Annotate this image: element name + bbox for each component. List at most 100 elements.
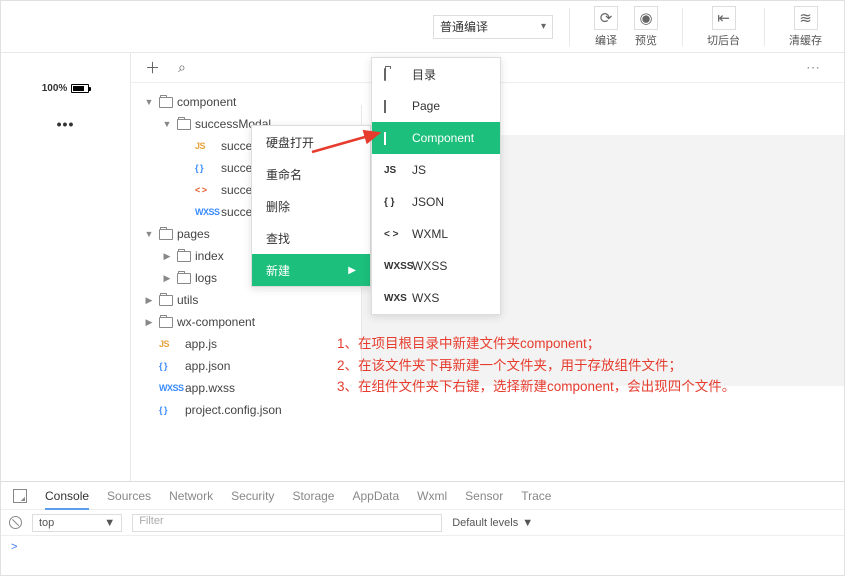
tree-file[interactable]: { } project.config.json xyxy=(131,399,844,421)
tree-item-label: index xyxy=(195,249,224,263)
caret-down-icon: ▼ xyxy=(104,517,115,529)
new-submenu[interactable]: 目录PageComponentJSJS{ }JSON< >WXMLWXSSWXS… xyxy=(371,57,501,315)
compile-mode-select[interactable]: 普通编译 ▾ xyxy=(433,15,553,39)
search-button[interactable]: ⌕ xyxy=(178,59,186,76)
levels-select[interactable]: Default levels ▼ xyxy=(452,517,533,529)
separator xyxy=(682,8,683,46)
wxss-icon: WXSS xyxy=(195,207,217,217)
tree-item-label: utils xyxy=(177,293,198,307)
menu-item-label: 重命名 xyxy=(266,166,302,183)
expand-arrow-icon[interactable] xyxy=(143,317,155,328)
new-file-button[interactable]: ＋ xyxy=(145,57,160,78)
console-prompt: > xyxy=(11,541,17,553)
submenu-item[interactable]: < >WXML xyxy=(372,218,500,250)
devtools-tab[interactable]: Sensor xyxy=(465,489,503,503)
submenu-item-label: WXS xyxy=(412,291,439,305)
refresh-icon: ⟳ xyxy=(594,6,618,30)
submenu-item[interactable]: Page xyxy=(372,90,500,122)
submenu-item[interactable]: WXS WXS xyxy=(372,282,500,314)
submenu-item-label: JSON xyxy=(412,195,444,209)
annotation-text: 1、在项目根目录中新建文件夹component； 2、在该文件夹下再新建一个文件… xyxy=(337,333,777,398)
devtools-tab[interactable]: Security xyxy=(231,489,274,503)
expand-arrow-icon[interactable] xyxy=(161,251,173,262)
wxs-icon: WXS xyxy=(384,293,402,304)
submenu-item[interactable]: Component xyxy=(372,122,500,154)
inspect-icon[interactable] xyxy=(13,489,27,503)
devtools-tab[interactable]: Network xyxy=(169,489,213,503)
tree-item-label: wx-component xyxy=(177,315,255,329)
filter-input[interactable]: Filter xyxy=(132,514,442,532)
compile-label: 编译 xyxy=(595,32,617,48)
tree-item-label: pages xyxy=(177,227,210,241)
js-icon: JS xyxy=(159,339,181,349)
separator xyxy=(569,8,570,46)
folder-icon xyxy=(384,69,402,80)
context-menu-item[interactable]: 查找 xyxy=(252,222,370,254)
filter-placeholder: Filter xyxy=(139,515,163,527)
expand-arrow-icon[interactable] xyxy=(143,97,155,107)
devtools-tab[interactable]: Console xyxy=(45,489,89,503)
submenu-item[interactable]: 目录 xyxy=(372,58,500,90)
wxss-icon: WXSS xyxy=(159,383,181,393)
wxml-icon: < > xyxy=(384,229,402,240)
devtools-tab[interactable]: Wxml xyxy=(417,489,447,503)
submenu-item[interactable]: JSJS xyxy=(372,154,500,186)
simulator-panel: 100% ••• xyxy=(1,53,131,481)
context-menu[interactable]: 硬盘打开重命名删除查找新建▶ xyxy=(251,125,371,287)
submenu-item-label: 目录 xyxy=(412,66,436,83)
tree-item-label: project.config.json xyxy=(185,403,282,417)
annotation-line: 3、在组件文件夹下右键，选择新建component，会出现四个文件。 xyxy=(337,376,777,398)
tree-item-label: component xyxy=(177,95,236,109)
capsule-menu-icon[interactable]: ••• xyxy=(57,116,75,132)
tree-item-label: app.wxss xyxy=(185,381,235,395)
folder-icon xyxy=(159,295,173,306)
page-icon xyxy=(384,101,402,112)
submenu-item-label: WXSS xyxy=(412,259,447,273)
menu-item-label: 查找 xyxy=(266,230,290,247)
submenu-item[interactable]: { }JSON xyxy=(372,186,500,218)
context-select[interactable]: top ▼ xyxy=(32,514,122,532)
devtools-tab[interactable]: Trace xyxy=(521,489,551,503)
context-menu-item[interactable]: 硬盘打开 xyxy=(252,126,370,158)
submenu-item-label: Page xyxy=(412,99,440,113)
more-button[interactable]: ⋯ xyxy=(806,59,820,76)
context-menu-item[interactable]: 删除 xyxy=(252,190,370,222)
expand-arrow-icon[interactable] xyxy=(161,273,173,284)
status-bar: 100% xyxy=(42,83,90,94)
devtools-tab[interactable]: Storage xyxy=(292,489,334,503)
tree-item-label: app.js xyxy=(185,337,217,351)
layers-icon: ≋ xyxy=(794,6,818,30)
caret-down-icon: ▾ xyxy=(541,21,546,32)
background-icon: ⇤ xyxy=(712,6,736,30)
console-body[interactable]: > xyxy=(1,536,844,575)
json-icon: { } xyxy=(159,405,181,415)
page-icon xyxy=(384,133,402,144)
clear-cache-button[interactable]: ≋ 清缓存 xyxy=(781,6,830,48)
compile-mode-label: 普通编译 xyxy=(440,18,488,35)
devtools-tab[interactable]: Sources xyxy=(107,489,151,503)
expand-arrow-icon[interactable] xyxy=(143,229,155,239)
switch-bg-button[interactable]: ⇤ 切后台 xyxy=(699,6,748,48)
status-time: 100% xyxy=(42,83,68,94)
annotation-line: 1、在项目根目录中新建文件夹component； xyxy=(337,333,777,355)
context-menu-item[interactable]: 重命名 xyxy=(252,158,370,190)
submenu-caret-icon: ▶ xyxy=(348,265,356,276)
preview-button[interactable]: ◉ 预览 xyxy=(626,6,666,48)
devtools-tab[interactable]: AppData xyxy=(352,489,399,503)
context-label: top xyxy=(39,517,54,529)
wxss-icon: WXSS xyxy=(384,261,402,272)
folder-icon xyxy=(177,119,191,130)
file-tree-panel: ＋ ⌕ ⋯ componentsuccessModalJSsuccess{ }s… xyxy=(131,53,844,481)
context-menu-item[interactable]: 新建▶ xyxy=(252,254,370,286)
clear-cache-label: 清缓存 xyxy=(789,32,822,48)
console-filter-bar: top ▼ Filter Default levels ▼ xyxy=(1,510,844,536)
compile-button[interactable]: ⟳ 编译 xyxy=(586,6,626,48)
wxml-icon: < > xyxy=(195,185,217,195)
js-icon: JS xyxy=(384,165,402,176)
folder-icon xyxy=(159,317,173,328)
clear-console-icon[interactable] xyxy=(9,516,22,529)
expand-arrow-icon[interactable] xyxy=(161,119,173,129)
tree-item-label: logs xyxy=(195,271,217,285)
expand-arrow-icon[interactable] xyxy=(143,295,155,306)
submenu-item[interactable]: WXSS WXSS xyxy=(372,250,500,282)
